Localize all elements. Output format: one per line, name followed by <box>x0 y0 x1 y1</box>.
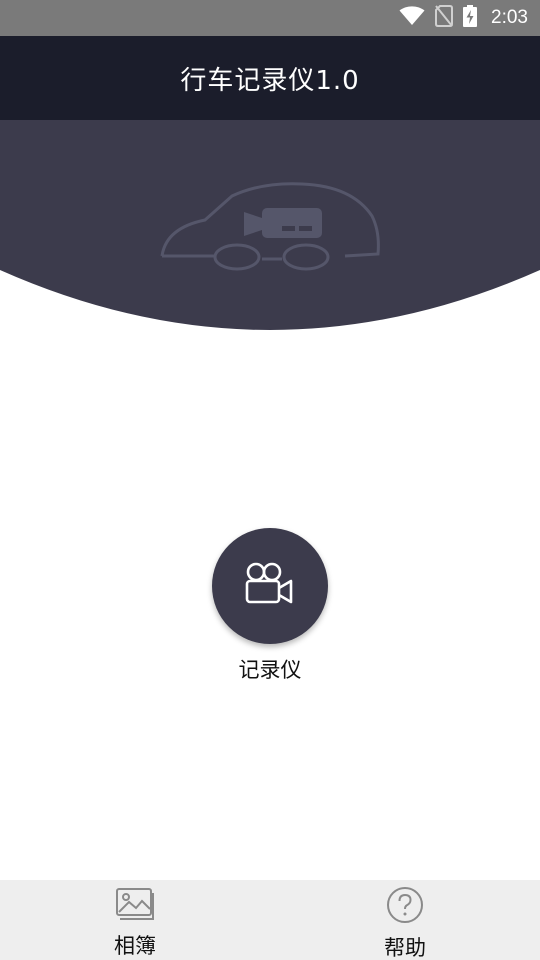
header-banner <box>0 120 540 330</box>
nav-label-album: 相簿 <box>114 934 156 958</box>
bottom-nav: 相簿 帮助 <box>0 880 540 960</box>
record-button-label: 记录仪 <box>238 658 302 682</box>
record-button[interactable] <box>212 528 328 644</box>
image-icon <box>116 886 154 922</box>
status-time: 2:03 <box>491 7 528 28</box>
help-icon <box>386 886 424 924</box>
status-bar: 2:03 <box>0 0 540 36</box>
record-section: 记录仪 <box>0 528 540 684</box>
nav-label-help: 帮助 <box>384 936 426 960</box>
wifi-icon <box>399 6 425 30</box>
battery-charging-icon <box>463 5 478 31</box>
nav-item-help[interactable]: 帮助 <box>270 880 540 960</box>
status-icons: 2:03 <box>399 0 528 36</box>
app-bar: 行车记录仪1.0 <box>0 36 540 120</box>
no-sim-icon <box>435 5 454 31</box>
nav-item-album[interactable]: 相簿 <box>0 880 270 960</box>
screen: 2:03 行车记录仪1.0 记录仪 相簿 帮助 <box>0 0 540 960</box>
video-camera-icon <box>245 562 295 610</box>
page-title: 行车记录仪1.0 <box>180 65 360 96</box>
